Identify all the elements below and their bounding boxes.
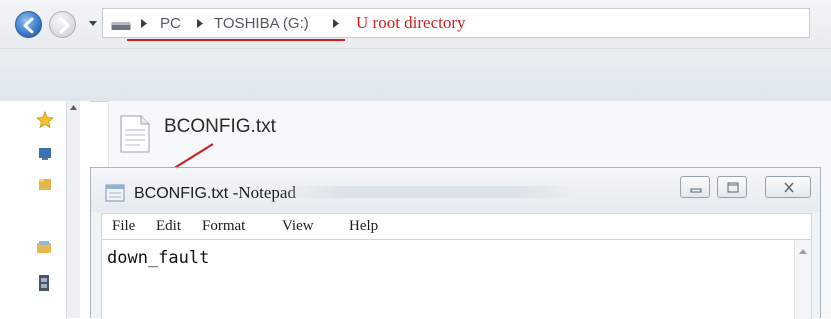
notepad-editor[interactable]: down_fault [101,240,812,319]
back-arrow-icon [23,17,34,34]
breadcrumb-pc[interactable]: PC [160,15,181,32]
minimize-icon [690,188,702,193]
editor-content[interactable]: down_fault [107,248,209,268]
annotation-label: U root directory [356,13,466,32]
breadcrumb-arrow-icon[interactable] [141,19,147,28]
breadcrumb-arrow-icon[interactable] [333,19,339,28]
maximize-icon [727,182,739,193]
menu-help[interactable]: Help [349,218,378,235]
notepad-window: BCONFIG.txt -Notepad File Edit Format Vi… [90,167,821,319]
close-button[interactable] [765,176,811,198]
notepad-title: BCONFIG.txt -Notepad [134,183,296,203]
scroll-up-arrow-icon[interactable] [799,249,807,254]
explorer-toolbar [0,48,831,102]
explorer-address-bar: PC TOSHIBA (G:) U root directory [0,0,831,48]
notepad-icon [105,184,125,202]
menu-file[interactable]: File [112,218,135,235]
blurred-title-overlay [281,186,581,198]
forward-arrow-icon [59,17,70,34]
file-name: BCONFIG.txt [164,116,276,137]
drive-icon [111,22,131,30]
maximize-button[interactable] [717,176,747,198]
notepad-menubar: File Edit Format View Help [101,213,812,240]
star-icon[interactable] [36,111,54,129]
close-icon [784,182,794,193]
breadcrumb-drive[interactable]: TOSHIBA (G:) [214,15,309,32]
menu-edit[interactable]: Edit [156,218,181,235]
library-icon[interactable] [36,240,52,254]
minimize-button[interactable] [680,176,710,198]
dropdown-arrow-icon[interactable] [88,20,98,27]
notepad-titlebar[interactable]: BCONFIG.txt -Notepad [91,168,820,212]
annotation-underline [127,39,345,41]
scroll-up-arrow-icon[interactable] [70,105,77,110]
address-box[interactable]: PC TOSHIBA (G:) U root directory [102,8,810,38]
folder-icon[interactable] [38,177,52,191]
forward-button[interactable] [49,11,76,38]
back-button[interactable] [15,11,42,38]
breadcrumb-arrow-icon[interactable] [197,19,203,28]
editor-scrollbar[interactable] [794,240,811,319]
desktop-icon[interactable] [38,147,52,161]
navigation-scrollbar[interactable] [66,101,80,318]
notepad-title-file: BCONFIG.txt [134,185,229,202]
film-icon[interactable] [38,275,50,291]
menu-view[interactable]: View [282,218,314,235]
menu-format[interactable]: Format [202,218,245,235]
